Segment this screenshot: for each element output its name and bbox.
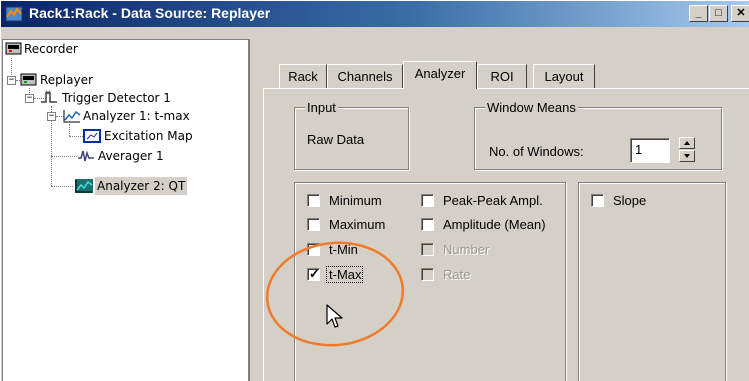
tree-item-excitation-map[interactable]: Excitation Map <box>104 127 193 145</box>
collapse-icon[interactable]: − <box>25 94 34 103</box>
rack-tree[interactable]: Recorder − Replayer − Trigger Detector 1… <box>2 39 250 381</box>
number-checkbox <box>421 243 434 256</box>
tab-roi[interactable]: ROI <box>477 64 527 88</box>
maximize-button[interactable]: □ <box>709 5 728 22</box>
rack-window: Rack1:Rack - Data Source: Replayer _ □ ✕… <box>0 0 749 381</box>
app-icon <box>5 6 23 22</box>
rate-checkbox <box>421 268 434 281</box>
input-source-value: Raw Data <box>307 132 365 147</box>
window-means-group: Window Means No. of Windows: 1 <box>474 100 722 170</box>
tab-analyzer[interactable]: Analyzer <box>403 61 477 89</box>
tree-item-analyzer-2[interactable]: Analyzer 2: QT <box>95 177 188 195</box>
tree-item-averager[interactable]: Averager 1 <box>98 147 164 165</box>
close-button[interactable]: ✕ <box>731 5 749 22</box>
tree-item-replayer[interactable]: Replayer <box>40 71 93 89</box>
analyzer-icon <box>63 110 81 123</box>
maximum-checkbox[interactable] <box>307 218 320 231</box>
peak-peak-label: Peak-Peak Ampl. <box>443 193 543 208</box>
collapse-icon[interactable]: − <box>47 112 56 121</box>
spin-up-button[interactable] <box>679 137 695 149</box>
tree-item-trigger-detector[interactable]: Trigger Detector 1 <box>62 89 171 107</box>
spin-down-button[interactable] <box>679 150 695 162</box>
amplitude-mean-label: Amplitude (Mean) <box>443 217 546 232</box>
slope-checkbox[interactable] <box>591 194 604 207</box>
maximum-label: Maximum <box>329 217 386 232</box>
minimum-label: Minimum <box>329 193 382 208</box>
collapse-icon[interactable]: − <box>7 76 16 85</box>
highlight-ellipse <box>265 241 405 347</box>
analyzer-icon <box>75 179 93 193</box>
rate-label: Rate <box>443 267 471 282</box>
windows-count-label: No. of Windows: <box>489 144 584 159</box>
recorder-icon <box>5 42 22 55</box>
trigger-detector-icon <box>41 90 57 103</box>
slope-label: Slope <box>613 193 647 208</box>
slope-group: Slope <box>578 182 726 381</box>
mouse-cursor-icon <box>326 304 343 328</box>
minimum-checkbox[interactable] <box>307 194 320 207</box>
peak-peak-checkbox[interactable] <box>421 194 434 207</box>
excitation-map-icon <box>83 129 101 143</box>
tab-layout[interactable]: Layout <box>533 64 595 88</box>
averager-icon <box>78 150 94 162</box>
tab-rack[interactable]: Rack <box>279 64 327 88</box>
input-group: Input Raw Data <box>294 100 409 170</box>
number-label: Number <box>443 242 490 257</box>
windows-count-input[interactable]: 1 <box>630 138 670 163</box>
tab-channels[interactable]: Channels <box>327 64 403 88</box>
window-title: Rack1:Rack - Data Source: Replayer <box>29 5 271 21</box>
window-means-legend: Window Means <box>485 100 578 115</box>
arrow-down-icon <box>684 154 690 158</box>
input-group-legend: Input <box>305 100 338 115</box>
arrow-up-icon <box>684 141 690 145</box>
title-bar[interactable]: Rack1:Rack - Data Source: Replayer _ □ ✕ <box>1 1 749 27</box>
minimize-button[interactable]: _ <box>689 5 708 22</box>
amplitude-mean-checkbox[interactable] <box>421 218 434 231</box>
tree-item-analyzer-1[interactable]: Analyzer 1: t-max <box>83 107 190 125</box>
tree-item-recorder[interactable]: Recorder <box>24 40 78 58</box>
replayer-icon <box>20 73 37 86</box>
